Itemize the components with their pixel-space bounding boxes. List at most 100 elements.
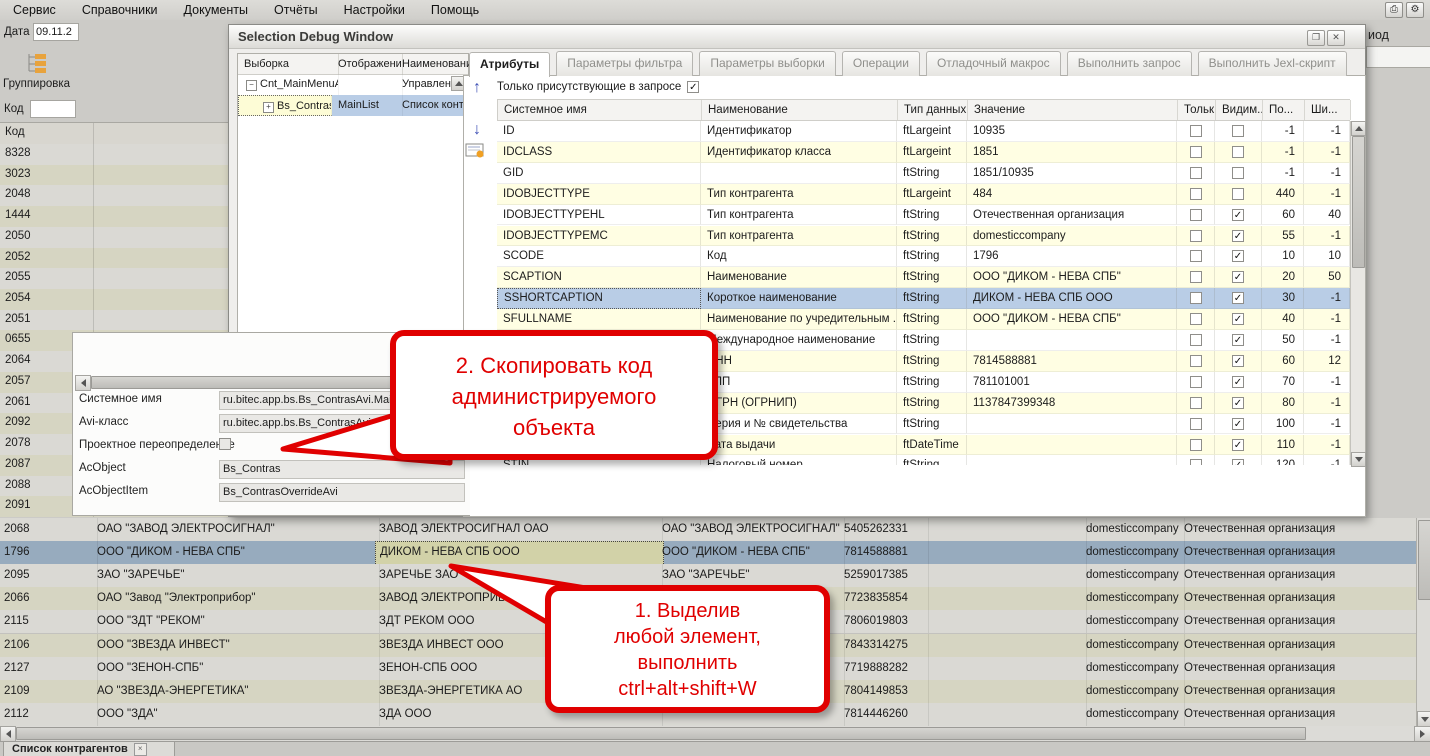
- table-horizontal-scrollbar[interactable]: [0, 726, 1430, 741]
- attr-cell-value[interactable]: [967, 435, 1177, 456]
- code-column-header[interactable]: Код: [5, 126, 25, 138]
- attr-cell-value[interactable]: Отечественная организация: [967, 205, 1177, 226]
- attr-cell-width[interactable]: 10: [1304, 246, 1350, 267]
- attr-cell-visible[interactable]: ✓: [1215, 267, 1262, 288]
- attr-cell-name[interactable]: Наименование: [701, 267, 897, 288]
- checkbox[interactable]: [1190, 209, 1202, 221]
- attr-cell-type[interactable]: ftString: [897, 205, 967, 226]
- attr-cell-sys[interactable]: ID: [497, 121, 701, 142]
- attr-cell-visible[interactable]: ✓: [1215, 455, 1262, 465]
- form-checkbox[interactable]: [219, 438, 231, 450]
- move-up-icon[interactable]: ↑: [473, 79, 481, 97]
- cell-full_name[interactable]: ОАО "ЗАВОД ЭЛЕКТРОСИГНАЛ": [658, 518, 845, 541]
- code-cell[interactable]: 2092: [5, 416, 31, 428]
- tab-item[interactable]: Выполнить Jexl-скрипт: [1198, 51, 1347, 76]
- form-input[interactable]: Bs_ContrasOverrideAvi: [219, 483, 465, 502]
- attr-cell-width[interactable]: 40: [1304, 205, 1350, 226]
- attr-cell-pos[interactable]: 60: [1262, 351, 1304, 372]
- attr-row[interactable]: SCODEКодftString1796✓1010: [497, 246, 1350, 267]
- cell-inn[interactable]: 5405262331: [840, 518, 929, 541]
- checkbox[interactable]: ✓: [1232, 271, 1244, 283]
- attr-cell-only[interactable]: [1177, 372, 1215, 393]
- attr-cell-value[interactable]: 781101001: [967, 372, 1177, 393]
- attr-cell-only[interactable]: [1177, 309, 1215, 330]
- attr-cell-pos[interactable]: 100: [1262, 414, 1304, 435]
- attr-cell-only[interactable]: [1177, 393, 1215, 414]
- attr-cell-name[interactable]: КПП: [701, 372, 897, 393]
- cell-name[interactable]: ООО "ЗДТ "РЕКОМ": [93, 610, 380, 633]
- attr-cell-width[interactable]: -1: [1304, 393, 1350, 414]
- attr-cell-width[interactable]: -1: [1304, 163, 1350, 184]
- attr-column-header[interactable]: По...: [1263, 100, 1305, 120]
- attr-cell-visible[interactable]: ✓: [1215, 372, 1262, 393]
- attr-cell-sys[interactable]: IDOBJECTTYPE: [497, 184, 701, 205]
- cell-name[interactable]: АО "ЗВЕЗДА-ЭНЕРГЕТИКА": [93, 680, 380, 703]
- attr-cell-pos[interactable]: 10: [1262, 246, 1304, 267]
- attr-cell-only[interactable]: [1177, 414, 1215, 435]
- cell-code[interactable]: 2106: [0, 634, 98, 657]
- attr-cell-width[interactable]: -1: [1304, 288, 1350, 309]
- cell-type_code[interactable]: domesticcompany: [1082, 657, 1185, 680]
- cell-inn[interactable]: 7814588881: [840, 541, 929, 564]
- attr-cell-width[interactable]: 50: [1304, 267, 1350, 288]
- scroll-left-button[interactable]: [0, 726, 16, 742]
- tab-active[interactable]: Атрибуты: [469, 52, 550, 77]
- attr-column-header[interactable]: Тип данных: [898, 100, 968, 120]
- code-cell[interactable]: 2057: [5, 375, 31, 387]
- cell-code[interactable]: 2127: [0, 657, 98, 680]
- cell-blank[interactable]: [924, 634, 1087, 657]
- attr-cell-name[interactable]: Код: [701, 246, 897, 267]
- checkbox[interactable]: ✓: [1232, 355, 1244, 367]
- attr-column-header[interactable]: Системное имя: [498, 100, 702, 120]
- menu-item[interactable]: Помощь: [418, 3, 492, 17]
- tab-item[interactable]: Параметры выборки: [699, 51, 835, 76]
- scrollbar-thumb[interactable]: [1418, 520, 1430, 600]
- scrollbar-thumb[interactable]: [16, 727, 1306, 740]
- attr-cell-pos[interactable]: -1: [1262, 142, 1304, 163]
- cell-name[interactable]: ЗАО "ЗАРЕЧЬЕ": [93, 564, 380, 587]
- attr-row[interactable]: SCAPTIONНаименованиеftStringООО "ДИКОМ -…: [497, 267, 1350, 288]
- attr-cell-value[interactable]: 1137847399348: [967, 393, 1177, 414]
- settings-button[interactable]: ⚙: [1406, 2, 1424, 18]
- scroll-up-button[interactable]: [1351, 121, 1366, 136]
- menu-item[interactable]: Сервис: [0, 3, 69, 17]
- code-cell[interactable]: 2048: [5, 188, 31, 200]
- attr-cell-width[interactable]: -1: [1304, 330, 1350, 351]
- code-cell[interactable]: 0655: [5, 333, 31, 345]
- scroll-down-button[interactable]: [1417, 711, 1430, 727]
- attr-cell-sys[interactable]: SFULLNAME: [497, 309, 701, 330]
- close-button[interactable]: ✕: [1327, 30, 1345, 46]
- table-row[interactable]: 2052: [0, 248, 228, 270]
- menu-item[interactable]: Отчёты: [261, 3, 331, 17]
- attr-cell-name[interactable]: Идентификатор: [701, 121, 897, 142]
- checkbox[interactable]: [1190, 292, 1202, 304]
- checkbox[interactable]: [1190, 167, 1202, 179]
- tab-item[interactable]: Параметры фильтра: [556, 51, 693, 76]
- attr-cell-sys[interactable]: IDOBJECTTYPEHL: [497, 205, 701, 226]
- checkbox[interactable]: [1190, 397, 1202, 409]
- checkbox[interactable]: [1190, 313, 1202, 325]
- cell-code[interactable]: 2115: [0, 610, 98, 633]
- attr-cell-type[interactable]: ftString: [897, 246, 967, 267]
- attr-cell-type[interactable]: ftString: [897, 393, 967, 414]
- attr-cell-sys[interactable]: SCAPTION: [497, 267, 701, 288]
- attr-cell-value[interactable]: [967, 330, 1177, 351]
- attr-cell-pos[interactable]: 30: [1262, 288, 1304, 309]
- attr-cell-only[interactable]: [1177, 288, 1215, 309]
- checkbox[interactable]: [1190, 355, 1202, 367]
- attr-cell-pos[interactable]: 60: [1262, 205, 1304, 226]
- checkbox[interactable]: [1190, 125, 1202, 137]
- code-cell[interactable]: 2064: [5, 354, 31, 366]
- code-cell[interactable]: 2052: [5, 251, 31, 263]
- attr-cell-value[interactable]: 1796: [967, 246, 1177, 267]
- attr-cell-name[interactable]: Дата выдачи: [701, 435, 897, 456]
- attr-cell-name[interactable]: Тип контрагента: [701, 184, 897, 205]
- menu-item[interactable]: Справочники: [69, 3, 171, 17]
- attr-cell-pos[interactable]: 110: [1262, 435, 1304, 456]
- code-cell[interactable]: 2087: [5, 458, 31, 470]
- table-row[interactable]: 2048: [0, 185, 228, 207]
- attr-cell-value[interactable]: ООО "ДИКОМ - НЕВА СПБ": [967, 309, 1177, 330]
- cell-inn[interactable]: 7719888282: [840, 657, 929, 680]
- checkbox[interactable]: [1232, 167, 1244, 179]
- attr-cell-type[interactable]: ftString: [897, 226, 967, 247]
